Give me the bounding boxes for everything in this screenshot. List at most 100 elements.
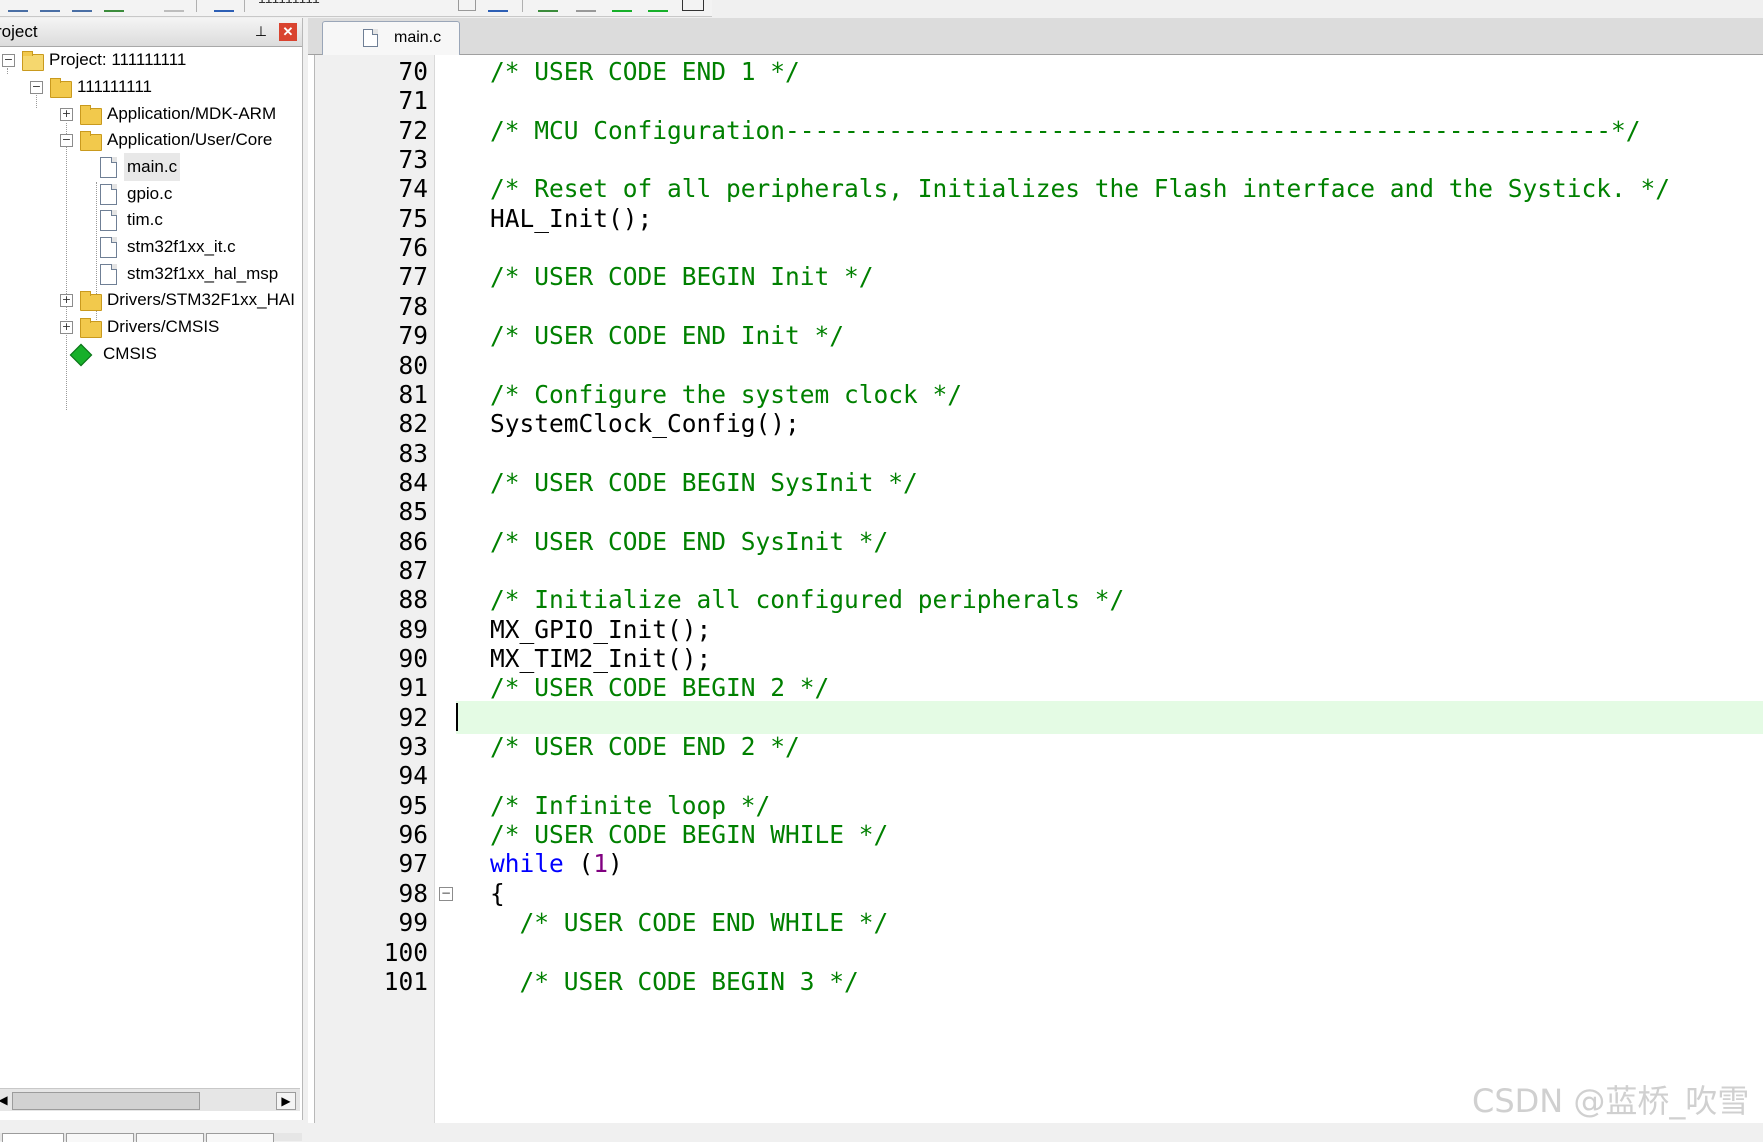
tab-templates[interactable] <box>206 1133 274 1142</box>
code-area[interactable]: 70 /* USER CODE END 1 */ 71 72 /* MCU Config… <box>308 55 1763 1123</box>
code-line[interactable]: 75 HAL_Init(); <box>308 202 1763 235</box>
code-line[interactable]: 83 <box>308 437 1763 470</box>
pin-icon[interactable]: ⊥ <box>254 23 268 39</box>
toolbar-separator <box>196 0 197 12</box>
code-line[interactable]: 88 /* Initialize all configured periphera… <box>308 583 1763 616</box>
folder-icon <box>80 105 102 125</box>
code-line[interactable]: 100 <box>308 936 1763 969</box>
toolbar-icon-options[interactable] <box>488 0 508 12</box>
line-number: 87 <box>398 555 428 585</box>
tree-item-file[interactable]: gpio.c <box>0 180 300 208</box>
tab-functions[interactable] <box>136 1133 204 1142</box>
code-text: HAL_Init(); <box>490 202 652 235</box>
code-line[interactable]: 90 MX_TIM2_Init(); <box>308 642 1763 675</box>
scrollbar-thumb[interactable] <box>12 1092 200 1110</box>
code-line[interactable]: 73 <box>308 143 1763 176</box>
code-line[interactable]: 96 /* USER CODE BEGIN WHILE */ <box>308 818 1763 851</box>
code-line[interactable]: 99 /* USER CODE END WHILE */ <box>308 906 1763 939</box>
code-token: { <box>490 878 505 908</box>
code-line[interactable]: 97 while (1) <box>308 847 1763 880</box>
comment-token: /* USER CODE END Init */ <box>490 321 845 351</box>
tree-item-label: gpio.c <box>127 184 173 203</box>
line-number: 98 <box>398 878 428 908</box>
code-line[interactable]: 94 <box>308 759 1763 792</box>
toolbar-icon-manage[interactable] <box>538 0 558 12</box>
tree-item-project[interactable]: − Project: 111111111 <box>0 46 300 74</box>
toolbar-icon-window[interactable] <box>682 0 704 11</box>
code-line[interactable]: 71 <box>308 84 1763 117</box>
code-line[interactable]: 82 SystemClock_Config(); <box>308 407 1763 440</box>
expand-icon[interactable]: + <box>60 294 73 307</box>
tree-item-file[interactable]: stm32f1xx_it.c <box>0 233 300 261</box>
toolbar-icon-layers[interactable] <box>576 0 596 12</box>
horizontal-scrollbar[interactable]: ◀ ▶ <box>0 1088 300 1111</box>
collapse-icon[interactable]: − <box>30 81 43 94</box>
folder-icon <box>50 78 72 98</box>
tree-item-folder[interactable]: + Drivers/CMSIS <box>0 313 300 341</box>
collapse-icon[interactable]: − <box>60 134 73 147</box>
code-line[interactable]: 92 <box>308 701 1763 734</box>
code-line[interactable]: 74 /* Reset of all peripherals, Initializ… <box>308 172 1763 205</box>
toolbar-icon-save[interactable] <box>40 0 60 12</box>
code-line[interactable]: 85 <box>308 495 1763 528</box>
tree-item-file[interactable]: stm32f1xx_hal_msp <box>0 260 300 288</box>
code-line[interactable]: 72 /* MCU Configuration------------------… <box>308 114 1763 147</box>
toolbar-icon-build[interactable] <box>104 0 124 12</box>
collapse-icon[interactable]: − <box>2 54 15 67</box>
toolbar-icon-clean[interactable] <box>164 0 184 12</box>
close-icon[interactable]: ✕ <box>279 23 297 41</box>
toolbar-icon-save-all[interactable] <box>72 0 92 12</box>
target-dropdown-icon[interactable] <box>458 0 476 11</box>
expand-icon[interactable]: + <box>60 321 73 334</box>
tree-item-component[interactable]: CMSIS <box>0 340 300 368</box>
code-line[interactable]: 93 /* USER CODE END 2 */ <box>308 730 1763 763</box>
folder-icon <box>80 291 102 311</box>
tab-label: main.c <box>394 29 442 46</box>
file-icon <box>100 237 117 258</box>
code-line[interactable]: 91 /* USER CODE BEGIN 2 */ <box>308 671 1763 704</box>
tree-item-folder[interactable]: + Drivers/STM32F1xx_HAI <box>0 286 300 314</box>
code-token: MX_TIM2_Init(); <box>490 644 712 673</box>
toolbar-icon-open[interactable] <box>8 0 28 12</box>
code-line[interactable]: 84 /* USER CODE BEGIN SysInit */ <box>308 466 1763 499</box>
code-line[interactable]: 79 /* USER CODE END Init */ <box>308 319 1763 352</box>
code-line[interactable]: 70 /* USER CODE END 1 */ <box>308 55 1763 88</box>
tree-item-folder[interactable]: + Application/MDK-ARM <box>0 100 300 128</box>
comment-token: /* USER CODE BEGIN 3 */ <box>490 966 859 996</box>
project-icon <box>22 51 44 71</box>
tree-item-file[interactable]: main.c <box>0 153 300 181</box>
scroll-right-icon[interactable]: ▶ <box>276 1092 296 1110</box>
line-number: 97 <box>398 849 428 879</box>
line-number: 83 <box>398 438 428 468</box>
tab-project[interactable] <box>2 1133 64 1142</box>
fold-collapse-icon[interactable]: − <box>439 886 453 901</box>
file-icon <box>100 184 117 205</box>
code-line[interactable]: 76 <box>308 231 1763 264</box>
code-line[interactable]: 87 <box>308 554 1763 587</box>
tree-item-label: 111111111 <box>77 77 152 96</box>
tree-item-target[interactable]: − 111111111 <box>0 73 300 101</box>
code-line[interactable]: 78 <box>308 290 1763 323</box>
code-line[interactable]: 80 <box>308 349 1763 382</box>
line-number: 81 <box>398 379 428 409</box>
code-line[interactable]: 77 /* USER CODE BEGIN Init */ <box>308 260 1763 293</box>
folder-icon <box>80 318 102 338</box>
target-select[interactable]: 111111111 <box>258 0 478 6</box>
code-line[interactable]: 81 /* Configure the system clock */ <box>308 378 1763 411</box>
code-line[interactable]: 95 /* Infinite loop */ <box>308 789 1763 822</box>
line-number: 73 <box>398 145 428 175</box>
code-line[interactable]: 101 /* USER CODE BEGIN 3 */ <box>308 965 1763 998</box>
project-panel-header: roject ⊥ ✕ <box>0 18 302 47</box>
code-line[interactable]: 86 /* USER CODE END SysInit */ <box>308 525 1763 558</box>
tree-item-file[interactable]: tim.c <box>0 206 300 234</box>
toolbar-icon-debug[interactable] <box>648 0 668 12</box>
expand-icon[interactable]: + <box>60 108 73 121</box>
tab-books[interactable] <box>66 1133 134 1142</box>
tree-item-folder[interactable]: − Application/User/Core <box>0 126 300 154</box>
scroll-left-icon[interactable]: ◀ <box>0 1092 12 1108</box>
code-line[interactable]: 89 MX_GPIO_Init(); <box>308 613 1763 646</box>
tab-main-c[interactable]: main.c <box>322 21 460 55</box>
toolbar-icon-pack[interactable] <box>612 0 632 12</box>
code-line[interactable]: 98 { <box>308 877 1763 910</box>
toolbar-icon-download[interactable] <box>214 0 234 12</box>
